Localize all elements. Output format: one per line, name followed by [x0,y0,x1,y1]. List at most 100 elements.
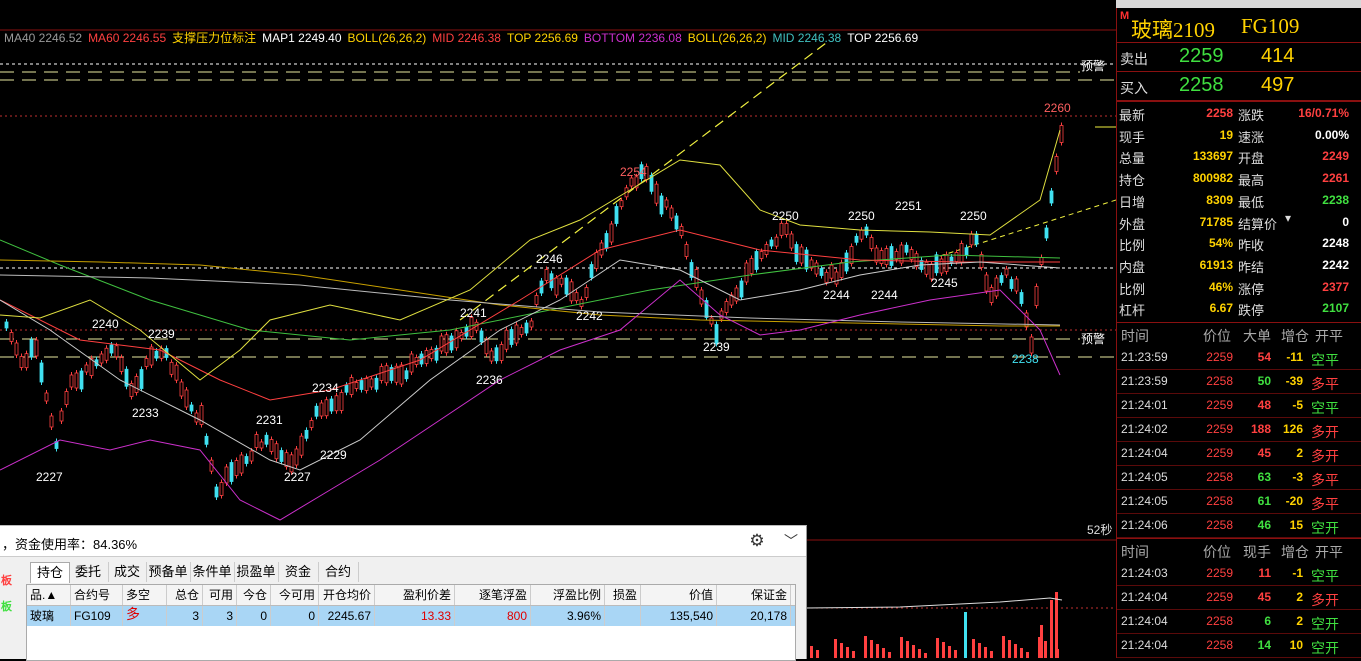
quote-label: 昨结 [1238,259,1265,275]
chevron-down-icon[interactable]: ﹀ [780,530,802,552]
buy-price: 2258 [1179,74,1224,96]
quote-value: 19 [1219,127,1233,142]
column-header[interactable]: 可用 [203,585,237,605]
table-cell: 多 [123,606,167,626]
column-header[interactable]: 逐笔浮盈 [455,585,531,605]
quote-label: 杠杆 [1119,303,1146,319]
sell-label: 卖出 [1120,51,1148,67]
column-header[interactable]: 价值 [641,585,717,605]
candle-body [849,246,854,264]
tab-6[interactable]: 资金 [278,562,319,582]
candle-body [604,233,609,249]
tick-change: 2 [1296,614,1303,628]
table-cell: 135,540 [641,606,717,626]
table-row[interactable]: 玻璃 FG109 多 3 3 0 0 2245.67 13.33 800 3.96% 135,540 2… [27,606,795,626]
column-header[interactable]: 合约号 [71,585,123,605]
quote-value: 71785 [1199,214,1233,229]
dropdown-arrow-icon[interactable]: ▾ [1285,211,1291,225]
candle-body [959,243,964,263]
candle-body [1059,125,1064,143]
column-header[interactable]: 盈利价差 [375,585,455,605]
tick-time: 21:24:03 [1121,566,1168,580]
tab-3[interactable]: 预备单 [146,562,191,582]
column-header[interactable]: 多空 [123,585,167,605]
trend-line [459,39,831,321]
candle-body [499,344,504,361]
tick-header-cell: 开平 [1315,544,1343,560]
tick-row[interactable]: 21:24:04 2259 45 2 多开 [1117,585,1361,610]
price-label: 2244 [871,288,898,302]
candle-body [224,466,229,484]
candle-body [104,347,109,361]
quote-value: 54% [1208,236,1233,251]
candle-body [364,378,369,391]
quote-row: 比例 46% 涨停 2377 [1117,276,1361,298]
quote-value: 2242 [1322,257,1349,272]
price-label: 2231 [256,413,283,427]
tick-row[interactable]: 21:24:04 2258 14 10 空开 [1117,633,1361,658]
tab-4[interactable]: 条件单 [190,562,235,582]
tick-row[interactable]: 21:23:59 2258 50 -39 多平 [1117,369,1361,394]
column-header[interactable]: 今仓 [237,585,271,605]
column-header[interactable]: 保证金 [717,585,791,605]
quote-label: 比例 [1119,281,1146,297]
quote-value: 2377 [1322,279,1349,294]
table-cell: 0 [271,606,319,626]
buy-row[interactable]: 买入 2258 497 [1117,72,1361,101]
candle-body [794,244,799,262]
gear-icon[interactable]: ⚙ [746,530,768,552]
tick-type: 多平 [1311,376,1339,392]
tick-row[interactable]: 21:24:01 2259 48 -5 空平 [1117,393,1361,418]
tick-volume: 45 [1257,446,1271,460]
quote-value: 133697 [1192,149,1233,164]
volume-bar [1055,592,1058,658]
volume-bar [1050,600,1053,658]
candle-body [814,262,819,275]
tick-header-cell: 开平 [1315,328,1343,344]
column-header[interactable]: 品.▲ [27,585,71,605]
tab-5[interactable]: 损盈单 [234,562,279,582]
indicator-legend: MA40 2246.52 MA60 2246.55 支撑压力位标注 MAP1 2249… [4,30,924,46]
tick-row[interactable]: 21:24:05 2258 61 -20 多平 [1117,489,1361,514]
candle-body [324,399,329,417]
price-label: 2260 [1044,101,1071,115]
candle-body [334,395,339,412]
quote-value: 2261 [1322,171,1349,186]
tick-header-cell: 价位 [1203,544,1231,560]
tab-2[interactable]: 成交 [108,562,147,582]
candle-body [839,262,844,278]
candle-body [724,301,729,313]
table-cell: 3 [203,606,237,626]
candle-body [869,237,874,249]
tab-0[interactable]: 持仓 [30,562,70,583]
tick-row[interactable]: 21:24:04 2259 45 2 多开 [1117,441,1361,466]
candle-body [189,404,194,412]
tick-row[interactable]: 21:24:02 2259 188 126 多开 [1117,417,1361,442]
tick-price: 2258 [1206,374,1233,388]
candle-body [899,244,904,264]
quote-row: 内盘 61913 昨结 2242 [1117,254,1361,276]
tick-price: 2258 [1206,614,1233,628]
column-header[interactable]: 今可用 [271,585,319,605]
column-header[interactable]: 开仓均价 [319,585,375,605]
tick-row[interactable]: 21:24:04 2258 6 2 空开 [1117,609,1361,634]
candle-body [399,364,404,385]
candle-body [1014,278,1019,292]
column-header[interactable]: 损盈 [605,585,641,605]
tick-row[interactable]: 21:24:03 2259 11 -1 空平 [1117,561,1361,586]
quote-row: 现手 19 速涨 0.00% [1117,124,1361,146]
tab-1[interactable]: 委托 [68,562,109,582]
volume-bar [912,645,915,658]
tick-price: 2258 [1206,494,1233,508]
candle-body [84,364,89,373]
column-header[interactable]: 浮盈比例 [531,585,605,605]
tick-row[interactable]: 21:24:05 2258 63 -3 多平 [1117,465,1361,490]
column-header[interactable]: 总仓 [167,585,203,605]
tick-row[interactable]: 21:23:59 2259 54 -11 空平 [1117,345,1361,370]
tab-7[interactable]: 合约 [318,562,359,582]
tick-row[interactable]: 21:24:06 2258 46 15 空开 [1117,513,1361,538]
candle-body [344,384,349,393]
candle-body [989,287,994,303]
sell-row[interactable]: 卖出 2259 414 [1117,43,1361,72]
candle-body [799,246,804,264]
